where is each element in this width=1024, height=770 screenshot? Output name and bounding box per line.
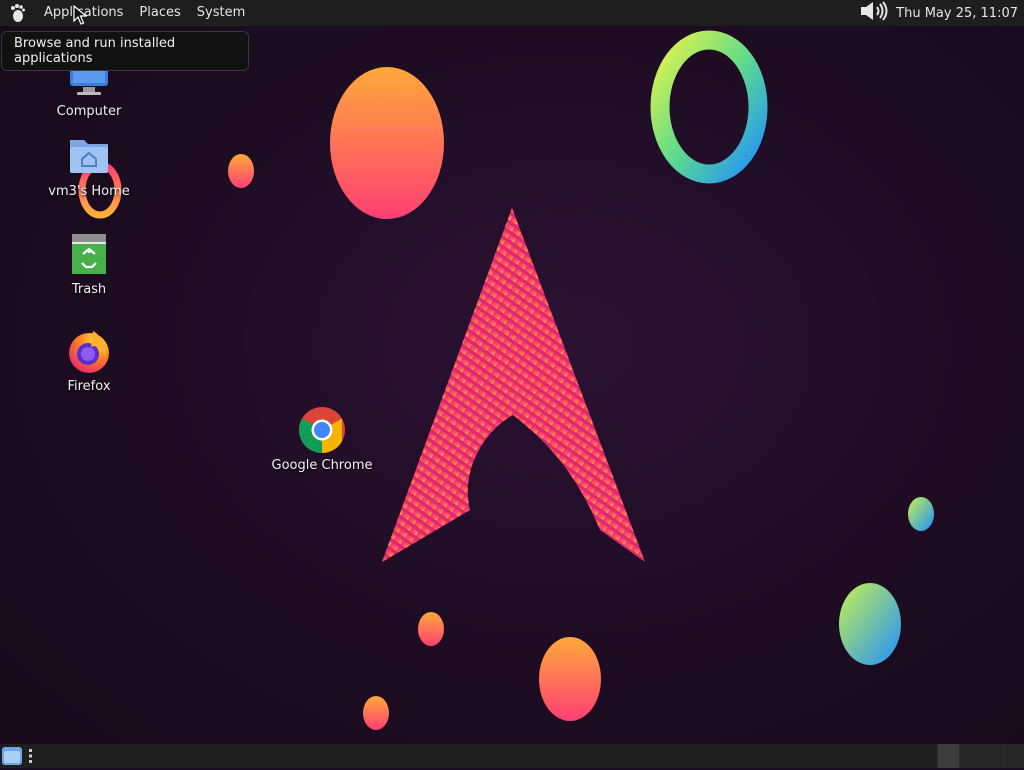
speaker-volume-icon[interactable] [860, 1, 890, 25]
desktop-icon-firefox[interactable]: Firefox [39, 327, 139, 394]
desktop-icon-trash[interactable]: Trash [39, 230, 139, 297]
menu-system[interactable]: System [189, 0, 253, 26]
chrome-icon [298, 406, 346, 454]
workspace-1[interactable] [937, 744, 959, 768]
mouse-pointer-icon [73, 4, 88, 25]
top-panel: Applications Places System Thu May 25, 1… [0, 0, 1024, 26]
panel-status-area: Thu May 25, 11:07 [860, 1, 1024, 25]
panel-handle-icon[interactable] [28, 748, 34, 764]
desktop-icon-label: vm3's Home [48, 184, 130, 199]
workspace-switcher [937, 744, 1024, 768]
workspace-4[interactable] [1003, 744, 1024, 768]
desktop-background [0, 0, 1024, 768]
home-folder-icon [65, 132, 113, 180]
clock[interactable]: Thu May 25, 11:07 [896, 6, 1018, 21]
desktop-icon-label: Computer [56, 104, 122, 119]
bottom-panel [0, 744, 1024, 768]
tooltip-text: Browse and run installed applications [14, 36, 176, 66]
firefox-icon [65, 327, 113, 375]
show-desktop-icon[interactable] [1, 746, 23, 766]
workspace-2[interactable] [959, 744, 981, 768]
arch-wallpaper [78, 30, 934, 730]
gnome-foot-icon[interactable] [6, 2, 28, 24]
menu-places[interactable]: Places [131, 0, 188, 26]
desktop-icon-home[interactable]: vm3's Home [39, 132, 139, 199]
desktop-icon-label: Firefox [67, 379, 111, 394]
desktop-icon-label: Trash [71, 282, 107, 297]
desktop-icon-label: Google Chrome [271, 458, 373, 473]
desktop-icon-google-chrome[interactable]: Google Chrome [272, 406, 372, 473]
workspace-3[interactable] [981, 744, 1003, 768]
trash-icon [65, 230, 113, 278]
applications-tooltip: Browse and run installed applications [1, 31, 249, 71]
main-menu: Applications Places System [28, 0, 261, 26]
